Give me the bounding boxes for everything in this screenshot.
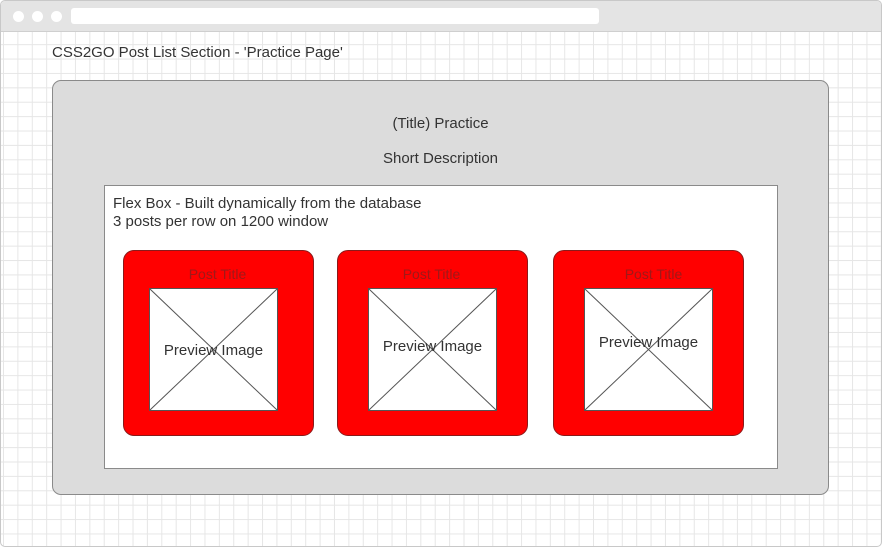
window-control-dot[interactable] xyxy=(51,11,62,22)
preview-image-placeholder: Preview Image xyxy=(584,288,713,411)
window-control-dot[interactable] xyxy=(13,11,24,22)
browser-toolbar xyxy=(1,1,881,32)
address-bar[interactable] xyxy=(71,8,599,24)
preview-image-label: Preview Image xyxy=(598,334,699,351)
section-title: (Title) Practice xyxy=(392,115,489,132)
flex-box-note: Flex Box - Built dynamically from the da… xyxy=(113,195,421,231)
window-control-dot[interactable] xyxy=(32,11,43,22)
preview-image-label: Preview Image xyxy=(382,338,483,355)
flex-box-note-line: 3 posts per row on 1200 window xyxy=(113,213,329,230)
preview-image-label: Preview Image xyxy=(163,342,264,359)
section-description: Short Description xyxy=(382,150,499,167)
page-caption: CSS2GO Post List Section - 'Practice Pag… xyxy=(52,44,343,61)
post-title[interactable]: Post Title xyxy=(123,266,312,282)
flex-box-note-line: Flex Box - Built dynamically from the da… xyxy=(113,195,422,212)
post-title[interactable]: Post Title xyxy=(337,266,526,282)
post-title[interactable]: Post Title xyxy=(559,266,748,282)
preview-image-placeholder: Preview Image xyxy=(368,288,497,411)
preview-image-placeholder: Preview Image xyxy=(149,288,278,411)
